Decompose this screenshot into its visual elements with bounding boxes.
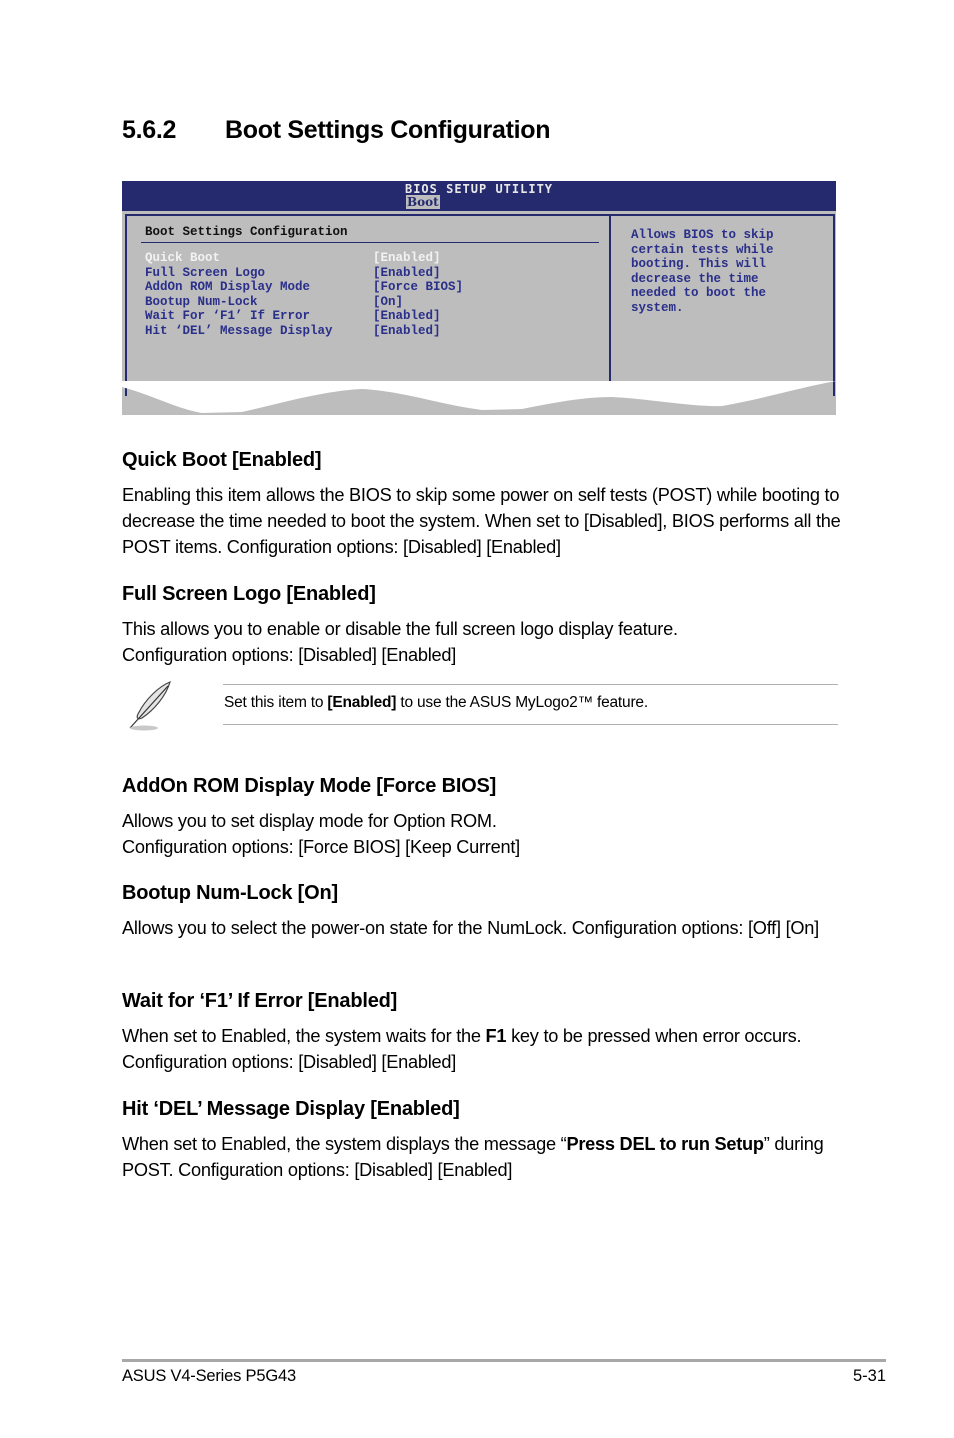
- body-bootup-num-lock: Allows you to select the power-on state …: [122, 918, 819, 938]
- bios-utility-title: BIOS SETUP UTILITY: [404, 182, 554, 196]
- bios-panel-divider: [141, 242, 599, 243]
- bios-option-label: Quick Boot: [145, 251, 221, 265]
- bios-tab-boot[interactable]: Boot: [406, 195, 440, 209]
- note-text-pre: Set this item to: [224, 694, 328, 711]
- heading-addon-rom: AddOn ROM Display Mode [Force BIOS]: [122, 775, 497, 797]
- bios-help-text: Allows BIOS to skip certain tests while …: [631, 228, 774, 315]
- section-title-text: Boot Settings Configuration: [225, 116, 551, 144]
- bios-option-value: [Force BIOS]: [373, 280, 464, 295]
- note-text-bold: [Enabled]: [327, 694, 397, 711]
- bios-option-value: [Enabled]: [373, 251, 441, 265]
- torn-edge: [122, 381, 836, 413]
- bios-option-label: Hit ‘DEL’ Message Display: [145, 323, 333, 338]
- heading-quick-boot: Quick Boot [Enabled]: [122, 449, 322, 471]
- section-title: 5.6.2 Boot Settings Configuration: [122, 116, 551, 145]
- section-number: 5.6.2: [122, 116, 177, 144]
- note-text-post: to use the ASUS MyLogo2™ feature.: [396, 694, 648, 711]
- bios-option-value: [Enabled]: [373, 265, 441, 280]
- bios-option-value: [Enabled]: [373, 323, 441, 338]
- footer-product: ASUS V4-Series P5G43: [122, 1367, 296, 1385]
- body-quick-boot: Enabling this item allows the BIOS to sk…: [122, 485, 841, 557]
- bios-option-value: [On]: [373, 294, 404, 309]
- bios-option-quick-boot[interactable]: Quick Boot [Enabled]: [145, 251, 463, 266]
- footer-page-number: 5-31: [852, 1367, 886, 1385]
- body-wait-for-f1-bold: F1: [485, 1026, 507, 1046]
- bios-help-panel: Allows BIOS to skip certain tests while …: [609, 214, 835, 396]
- body-addon-rom: Allows you to set display mode for Optio…: [122, 808, 852, 860]
- bios-option-label: Bootup Num-Lock: [145, 294, 258, 309]
- heading-bootup-num-lock: Bootup Num-Lock [On]: [122, 882, 338, 904]
- body-hit-del-bold: Press DEL to run Setup: [566, 1134, 764, 1154]
- bios-option-list: Quick Boot [Enabled] Full Screen Logo [Ena…: [145, 251, 463, 339]
- body-wait-for-f1-pre: When set to Enabled, the system waits fo…: [122, 1026, 486, 1046]
- bios-option-label: Full Screen Logo: [145, 265, 266, 280]
- bios-option-value: [Enabled]: [373, 309, 441, 324]
- bios-option-label: Wait For ‘F1’ If Error: [145, 309, 311, 324]
- bios-option-hit-del-message[interactable]: Hit ‘DEL’ Message Display [Enabled]: [145, 324, 463, 339]
- note-top-rule: [223, 684, 838, 685]
- body-hit-del: When set to Enabled, the system displays…: [122, 1131, 847, 1183]
- bios-option-bootup-num-lock[interactable]: Bootup Num-Lock [On]: [145, 295, 463, 310]
- bios-options-panel: Boot Settings Configuration Quick Boot [E…: [125, 214, 611, 396]
- bios-option-addon-rom-display-mode[interactable]: AddOn ROM Display Mode [Force BIOS]: [145, 280, 463, 295]
- bios-screenshot: BIOS SETUP UTILITY Boot Boot Settings Co…: [122, 181, 836, 415]
- bios-option-label: AddOn ROM Display Mode: [145, 280, 311, 295]
- bios-option-full-screen-logo[interactable]: Full Screen Logo [Enabled]: [145, 266, 463, 281]
- bios-option-wait-for-f1[interactable]: Wait For ‘F1’ If Error [Enabled]: [145, 309, 463, 324]
- body-addon-rom-line1: Allows you to set display mode for Optio…: [122, 811, 497, 831]
- heading-wait-for-f1: Wait for ‘F1’ If Error [Enabled]: [122, 990, 398, 1012]
- footer-rule: [122, 1359, 886, 1362]
- bios-header: BIOS SETUP UTILITY Boot: [122, 181, 836, 211]
- note-text: Set this item to [Enabled] to use the AS…: [224, 694, 648, 712]
- body-hit-del-pre: When set to Enabled, the system displays…: [122, 1134, 567, 1154]
- body-full-screen-logo: This allows you to enable or disable the…: [122, 619, 678, 665]
- bios-panel-title: Boot Settings Configuration: [145, 225, 348, 239]
- feather-pen-icon: [129, 680, 171, 731]
- body-wait-for-f1: When set to Enabled, the system waits fo…: [122, 1023, 822, 1075]
- note-bottom-rule: [223, 724, 838, 725]
- heading-full-screen-logo: Full Screen Logo [Enabled]: [122, 583, 376, 605]
- heading-hit-del: Hit ‘DEL’ Message Display [Enabled]: [122, 1098, 460, 1120]
- body-addon-rom-line2: Configuration options: [Force BIOS] [Kee…: [122, 837, 520, 857]
- note-box: Set this item to [Enabled] to use the AS…: [122, 680, 838, 731]
